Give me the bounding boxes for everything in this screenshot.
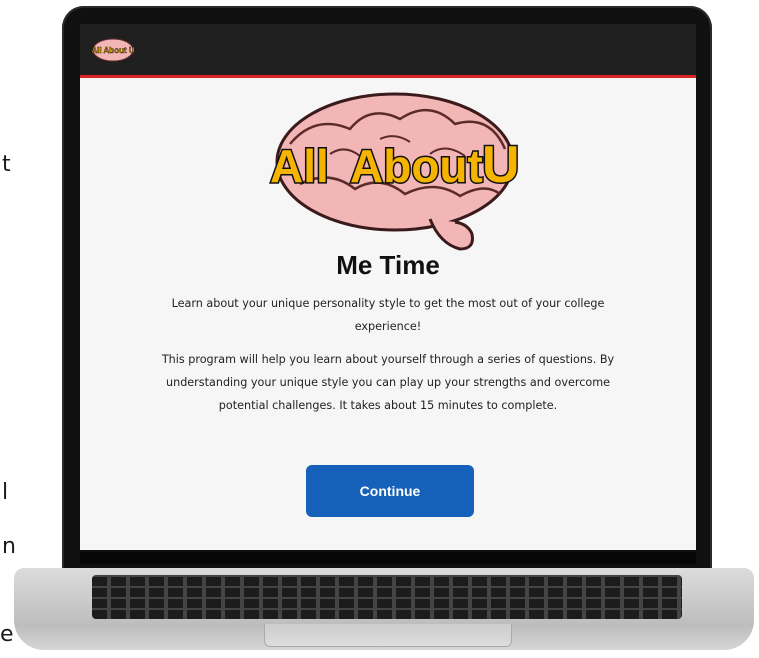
logo-word-all: All — [270, 140, 329, 192]
app-screen: All About U All About U Me Time Learn ab… — [80, 24, 696, 550]
laptop-trackpad — [264, 624, 512, 647]
page-title: Me Time — [336, 250, 440, 280]
logo-word-about: About — [350, 140, 483, 192]
laptop-hinge — [80, 552, 696, 564]
all-about-u-logo: All About U — [269, 92, 521, 251]
top-bar: All About U — [80, 24, 696, 78]
laptop-keyboard — [92, 575, 682, 619]
side-text-fragment: e — [0, 622, 14, 647]
side-text-fragment: n — [2, 534, 16, 559]
logo-word-u: U — [482, 136, 520, 194]
side-text-fragment: t — [2, 152, 11, 177]
app-mini-logo[interactable]: All About U — [90, 37, 136, 63]
intro-paragraph: Learn about your unique personality styl… — [171, 297, 605, 333]
continue-button[interactable]: Continue — [306, 465, 474, 517]
side-text-fragment: l — [2, 480, 9, 505]
description-paragraph: This program will help you learn about y… — [161, 353, 615, 412]
mini-logo-text: All About U — [91, 46, 134, 55]
